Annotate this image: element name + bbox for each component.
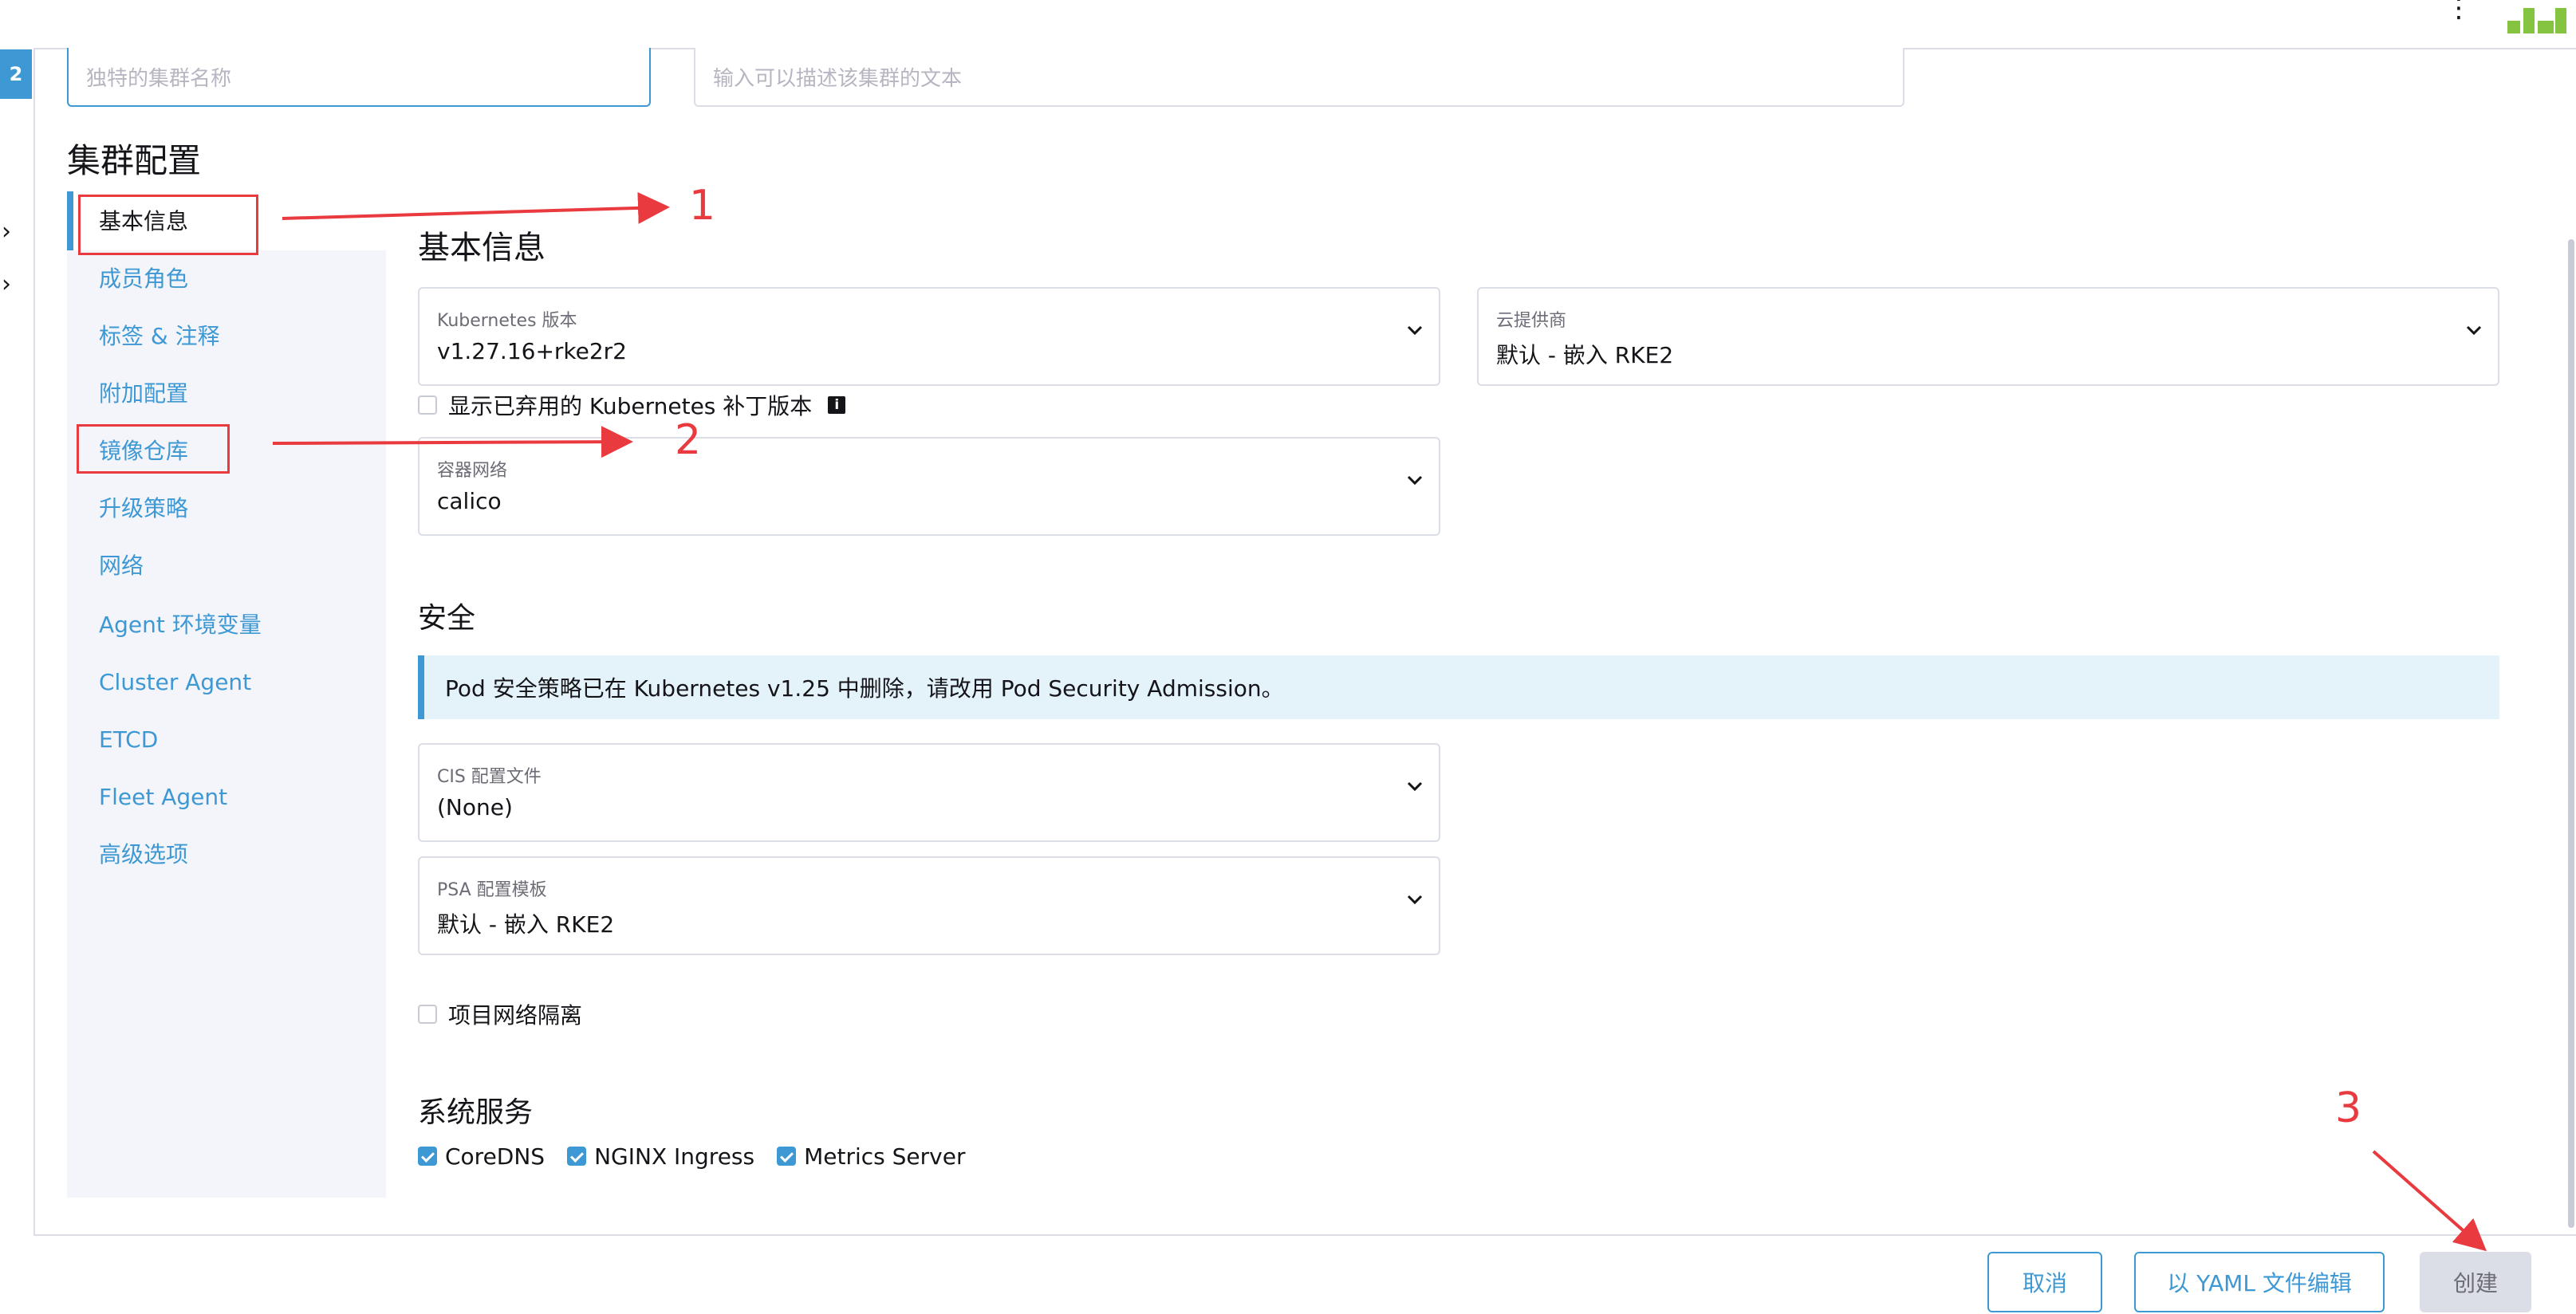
- sidenav-item-fleet-agent[interactable]: Fleet Agent: [99, 781, 227, 813]
- chevron-right-icon[interactable]: ›: [2, 220, 18, 244]
- sidenav-item-networking[interactable]: 网络: [99, 550, 144, 582]
- sidenav-item-upgrade-strategy[interactable]: 升级策略: [99, 493, 188, 525]
- project-isolation-label: 项目网络隔离: [448, 1002, 583, 1029]
- rancher-logo-icon[interactable]: [2506, 0, 2576, 35]
- security-title: 安全: [418, 602, 476, 635]
- annotation-number-1: 1: [689, 182, 716, 230]
- cni-value: calico: [437, 488, 502, 514]
- psa-template-label: PSA 配置模板: [437, 880, 547, 900]
- metrics-server-checkbox[interactable]: [777, 1147, 797, 1166]
- k8s-version-label: Kubernetes 版本: [437, 311, 577, 331]
- cancel-button[interactable]: 取消: [1987, 1252, 2102, 1312]
- sidenav-item-agent-env[interactable]: Agent 环境变量: [99, 609, 262, 641]
- chevron-down-icon: [1407, 475, 1423, 486]
- sidenav-item-cluster-agent[interactable]: Cluster Agent: [99, 667, 251, 698]
- info-icon[interactable]: i: [828, 396, 846, 414]
- cis-profile-value: (None): [437, 794, 513, 820]
- sidenav-item-etcd[interactable]: ETCD: [99, 724, 158, 756]
- psp-removed-banner: Pod 安全策略已在 Kubernetes v1.25 中删除，请改用 Pod …: [418, 655, 2499, 719]
- cloud-provider-value: 默认 - 嵌入 RKE2: [1496, 342, 1674, 368]
- sidenav-item-member-roles[interactable]: 成员角色: [99, 263, 188, 295]
- rail-badge[interactable]: 2: [0, 49, 32, 99]
- show-deprecated-label: 显示已弃用的 Kubernetes 补丁版本: [448, 393, 813, 419]
- show-deprecated-checkbox-row[interactable]: 显示已弃用的 Kubernetes 补丁版本 i: [418, 389, 846, 421]
- sidenav-item-labels-annotations[interactable]: 标签 & 注释: [99, 321, 220, 352]
- project-isolation-checkbox-row[interactable]: 项目网络隔离: [418, 998, 582, 1030]
- annotation-number-2: 2: [675, 416, 702, 464]
- cis-profile-select[interactable]: CIS 配置文件 (None): [418, 743, 1440, 842]
- psa-template-value: 默认 - 嵌入 RKE2: [437, 911, 615, 938]
- annotation-number-3: 3: [2335, 1084, 2362, 1132]
- scrollbar[interactable]: [2566, 48, 2576, 1234]
- chevron-down-icon: [1407, 895, 1423, 905]
- k8s-version-value: v1.27.16+rke2r2: [437, 338, 627, 364]
- annotation-box-1: [78, 195, 258, 255]
- coredns-checkbox[interactable]: [418, 1147, 437, 1166]
- chevron-right-icon[interactable]: ›: [2, 273, 18, 297]
- cloud-provider-label: 云提供商: [1496, 311, 1567, 331]
- coredns-label: CoreDNS: [445, 1143, 546, 1170]
- cni-label: 容器网络: [437, 461, 508, 481]
- edit-as-yaml-button[interactable]: 以 YAML 文件编辑: [2134, 1252, 2385, 1312]
- basic-info-title: 基本信息: [418, 230, 546, 266]
- project-isolation-checkbox[interactable]: [418, 1005, 437, 1024]
- more-options-icon[interactable]: ⋮: [2445, 0, 2472, 22]
- cni-select[interactable]: 容器网络 calico: [418, 437, 1440, 536]
- create-button[interactable]: 创建: [2420, 1252, 2531, 1312]
- system-services-row: CoreDNS NGINX Ingress Metrics Server: [418, 1140, 965, 1172]
- psa-template-select[interactable]: PSA 配置模板 默认 - 嵌入 RKE2: [418, 856, 1440, 955]
- cis-profile-label: CIS 配置文件: [437, 767, 542, 787]
- system-services-title: 系统服务: [418, 1096, 534, 1129]
- metrics-server-label: Metrics Server: [804, 1143, 966, 1170]
- sidenav-active-indicator: [67, 191, 73, 250]
- sidenav-item-addon-config[interactable]: 附加配置: [99, 378, 188, 410]
- chevron-down-icon: [1407, 781, 1423, 792]
- cloud-provider-select[interactable]: 云提供商 默认 - 嵌入 RKE2: [1477, 287, 2499, 386]
- annotation-box-2: [77, 424, 230, 474]
- chevron-down-icon: [1407, 325, 1423, 336]
- cluster-config-title: 集群配置: [67, 141, 202, 180]
- chevron-down-icon: [2466, 325, 2482, 336]
- nginx-ingress-checkbox[interactable]: [567, 1147, 587, 1166]
- nginx-ingress-label: NGINX Ingress: [594, 1143, 755, 1170]
- k8s-version-select[interactable]: Kubernetes 版本 v1.27.16+rke2r2: [418, 287, 1440, 386]
- cluster-description-input[interactable]: 输入可以描述该集群的文本: [694, 48, 1904, 107]
- top-bar: [0, 0, 2576, 49]
- cluster-name-input[interactable]: 独特的集群名称: [67, 48, 651, 107]
- show-deprecated-checkbox[interactable]: [418, 395, 437, 415]
- sidenav-item-advanced[interactable]: 高级选项: [99, 839, 188, 871]
